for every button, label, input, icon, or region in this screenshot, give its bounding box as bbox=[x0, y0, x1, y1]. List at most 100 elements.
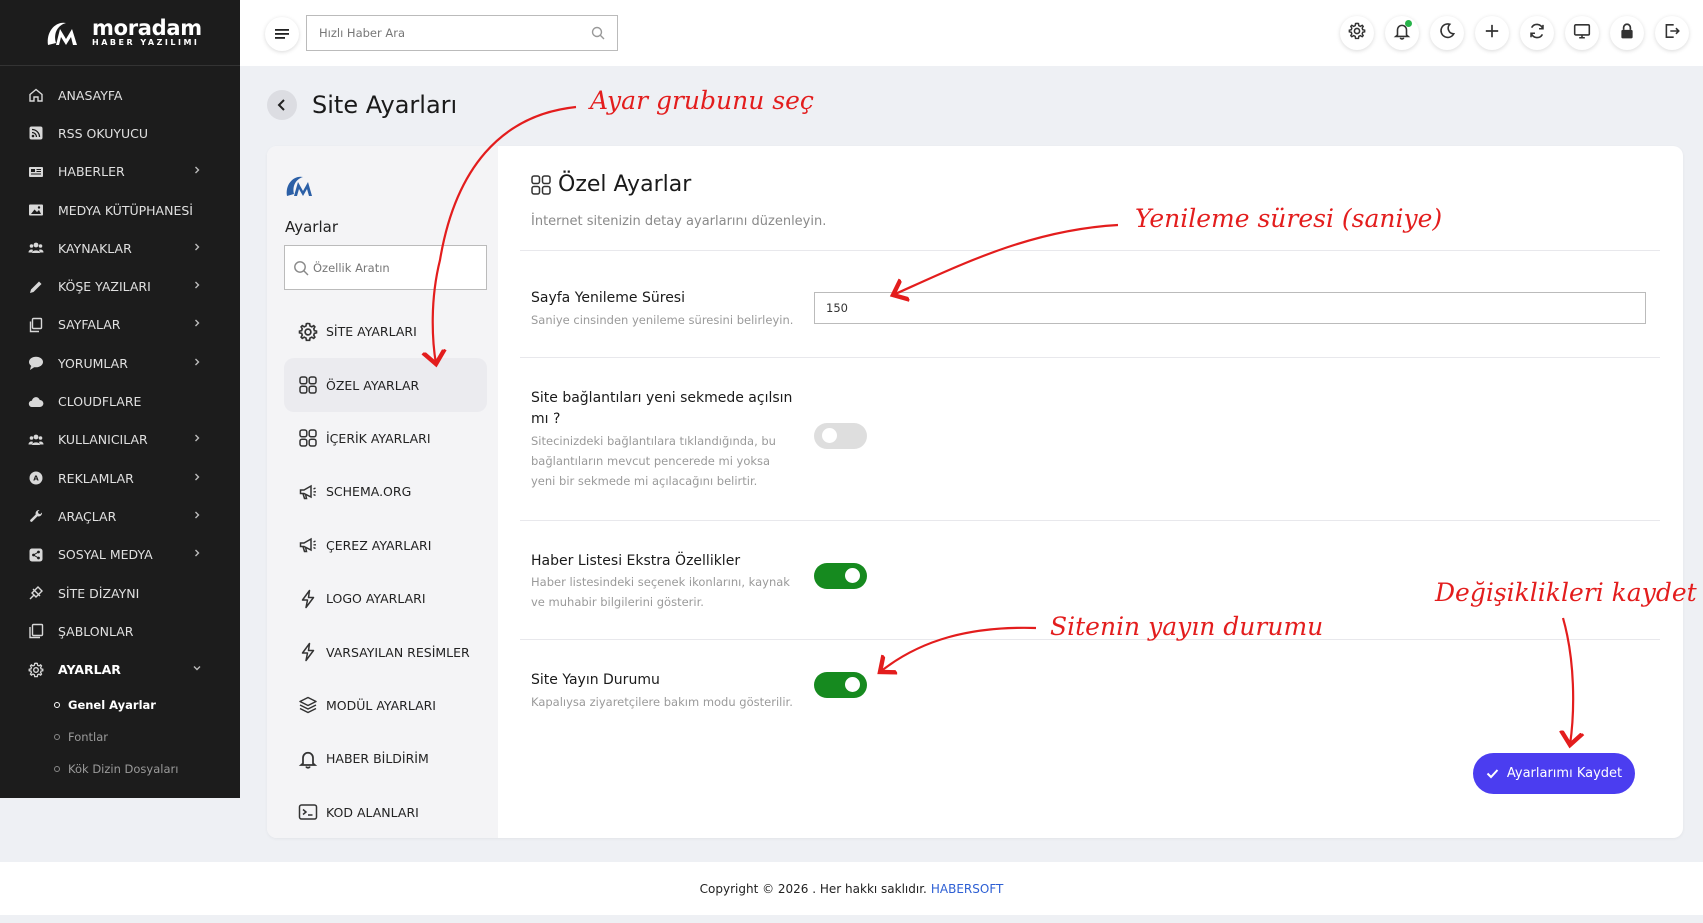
pen-icon bbox=[26, 279, 46, 295]
settings-group-label: KOD ALANLARI bbox=[326, 804, 419, 820]
news-list-extras-toggle[interactable] bbox=[814, 563, 867, 589]
settings-group-item[interactable]: SİTE AYARLARI bbox=[284, 305, 487, 358]
gear-icon bbox=[1348, 22, 1366, 44]
sidebar-item[interactable]: RSS OKUYUCU bbox=[0, 114, 240, 152]
templates-icon bbox=[26, 623, 46, 639]
design-icon bbox=[26, 585, 46, 601]
chevron-right-icon bbox=[192, 279, 202, 294]
sidebar-item-label: AYARLAR bbox=[58, 662, 121, 678]
settings-group-item[interactable]: ÖZEL AYARLAR bbox=[284, 358, 487, 412]
footer-link[interactable]: HABERSOFT bbox=[931, 882, 1003, 896]
logout-button[interactable] bbox=[1655, 16, 1689, 50]
sidebar-subitem[interactable]: Genel Ayarlar bbox=[0, 689, 240, 721]
sidebar-subitem[interactable]: Kök Dizin Dosyaları bbox=[0, 753, 240, 785]
logout-icon bbox=[1663, 22, 1681, 44]
sidebar-item[interactable]: ARAÇLAR bbox=[0, 497, 240, 535]
sidebar-item[interactable]: CLOUDFLARE bbox=[0, 382, 240, 420]
brand-logo[interactable]: moradam HABER YAZILIMI bbox=[0, 0, 240, 66]
bullet-icon bbox=[54, 701, 60, 708]
sidebar-item[interactable]: MEDYA KÜTÜPHANESİ bbox=[0, 191, 240, 229]
annotation-publish-status: Sitenin yayın durumu bbox=[1050, 612, 1324, 641]
toggle-knob bbox=[845, 568, 860, 583]
gear-icon bbox=[26, 662, 46, 678]
refresh-button[interactable] bbox=[1520, 16, 1554, 50]
settings-group-item[interactable]: MODÜL AYARLARI bbox=[284, 679, 487, 732]
sidebar-item-label: REKLAMLAR bbox=[58, 470, 134, 486]
sidebar-item[interactable]: KULLANICILAR bbox=[0, 421, 240, 459]
chevron-right-icon bbox=[192, 317, 202, 332]
chevron-right-icon bbox=[192, 547, 202, 562]
sidebar-item-label: ARAÇLAR bbox=[58, 508, 117, 524]
bell-button[interactable] bbox=[1385, 16, 1419, 50]
sidebar-item[interactable]: KAYNAKLAR bbox=[0, 229, 240, 267]
plus-icon bbox=[1483, 22, 1501, 44]
sidebar-subitem[interactable]: Fontlar bbox=[0, 721, 240, 753]
lock-button[interactable] bbox=[1610, 16, 1644, 50]
sidebar-subitem-label: Genel Ayarlar bbox=[68, 697, 156, 712]
settings-group-item[interactable]: SCHEMA.ORG bbox=[284, 465, 487, 518]
sidebar-subnav: Genel Ayarlar Fontlar Kök Dizin Dosyaları bbox=[0, 689, 240, 785]
bolt-icon bbox=[298, 588, 322, 610]
sidebar-item[interactable]: YORUMLAR bbox=[0, 344, 240, 382]
setting-description: Sitecinizdeki bağlantılara tıklandığında… bbox=[531, 434, 776, 488]
search-input[interactable] bbox=[319, 26, 591, 40]
topbar-actions bbox=[1340, 16, 1689, 50]
toggle-knob bbox=[845, 677, 860, 692]
plus-button[interactable] bbox=[1475, 16, 1509, 50]
monitor-button[interactable] bbox=[1565, 16, 1599, 50]
new-tab-toggle[interactable] bbox=[814, 423, 867, 449]
site-publish-toggle[interactable] bbox=[814, 672, 867, 698]
sidebar-item[interactable]: A REKLAMLAR bbox=[0, 459, 240, 497]
logo-icon bbox=[44, 17, 84, 49]
settings-group-item[interactable]: VARSAYILAN RESİMLER bbox=[284, 625, 487, 678]
refresh-interval-input[interactable] bbox=[814, 292, 1646, 324]
footer: Copyright © 2026 . Her hakkı saklıdır. H… bbox=[0, 862, 1703, 915]
section-title: Özel Ayarlar bbox=[558, 172, 692, 197]
sidebar-item-label: SAYFALAR bbox=[58, 317, 121, 333]
image-icon bbox=[26, 202, 46, 218]
sidebar-item-label: HABERLER bbox=[58, 164, 125, 180]
users-icon bbox=[26, 432, 46, 448]
divider bbox=[520, 520, 1660, 521]
menu-toggle-button[interactable] bbox=[265, 17, 299, 51]
chevron-left-icon bbox=[277, 99, 285, 111]
sidebar-item[interactable]: SAYFALAR bbox=[0, 306, 240, 344]
settings-group-label: LOGO AYARLARI bbox=[326, 591, 426, 607]
sidebar-item[interactable]: SİTE DİZAYNI bbox=[0, 574, 240, 612]
megaphone-icon bbox=[298, 481, 322, 503]
settings-group-item[interactable]: ÇEREZ AYARLARI bbox=[284, 519, 487, 572]
comment-icon bbox=[26, 355, 46, 371]
settings-group-item[interactable]: İÇERİK AYARLARI bbox=[284, 412, 487, 465]
sidebar-item[interactable]: ANASAYFA bbox=[0, 76, 240, 114]
logo-icon bbox=[284, 172, 318, 200]
sidebar-item[interactable]: ŞABLONLAR bbox=[0, 612, 240, 650]
chevron-right-icon bbox=[192, 471, 202, 486]
sidebar-item[interactable]: KÖŞE YAZILARI bbox=[0, 267, 240, 305]
search-icon[interactable] bbox=[591, 26, 605, 40]
settings-group-label: SCHEMA.ORG bbox=[326, 484, 412, 500]
sidebar-item-label: KAYNAKLAR bbox=[58, 240, 132, 256]
settings-group-item[interactable]: HABER BİLDİRİM bbox=[284, 732, 487, 785]
notification-badge bbox=[1405, 20, 1412, 27]
sidebar-item[interactable]: AYARLAR bbox=[0, 650, 240, 688]
feature-search-input[interactable] bbox=[313, 260, 478, 275]
settings-card: Ayarlar SİTE AYARLARI ÖZEL AYARLAR İÇERİK … bbox=[267, 146, 1683, 838]
settings-group-item[interactable]: LOGO AYARLARI bbox=[284, 572, 487, 625]
chevron-right-icon bbox=[192, 432, 202, 447]
sidebar-item-label: MEDYA KÜTÜPHANESİ bbox=[58, 202, 193, 218]
cloud-icon bbox=[26, 394, 46, 410]
page-title: Site Ayarları bbox=[312, 91, 458, 119]
settings-group-label: VARSAYILAN RESİMLER bbox=[326, 644, 470, 660]
toggle-knob bbox=[822, 428, 837, 443]
settings-group-item[interactable]: KOD ALANLARI bbox=[284, 786, 487, 839]
back-button[interactable] bbox=[267, 90, 297, 120]
moon-button[interactable] bbox=[1430, 16, 1464, 50]
search-icon bbox=[294, 260, 309, 275]
gear-icon bbox=[298, 321, 322, 343]
gear-button[interactable] bbox=[1340, 16, 1374, 50]
sidebar-item[interactable]: SOSYAL MEDYA bbox=[0, 536, 240, 574]
settings-group-label: SİTE AYARLARI bbox=[326, 324, 417, 340]
save-settings-button[interactable]: Ayarlarımı Kaydet bbox=[1473, 753, 1635, 794]
sidebar-item[interactable]: HABERLER bbox=[0, 153, 240, 191]
layers-icon bbox=[298, 694, 322, 716]
